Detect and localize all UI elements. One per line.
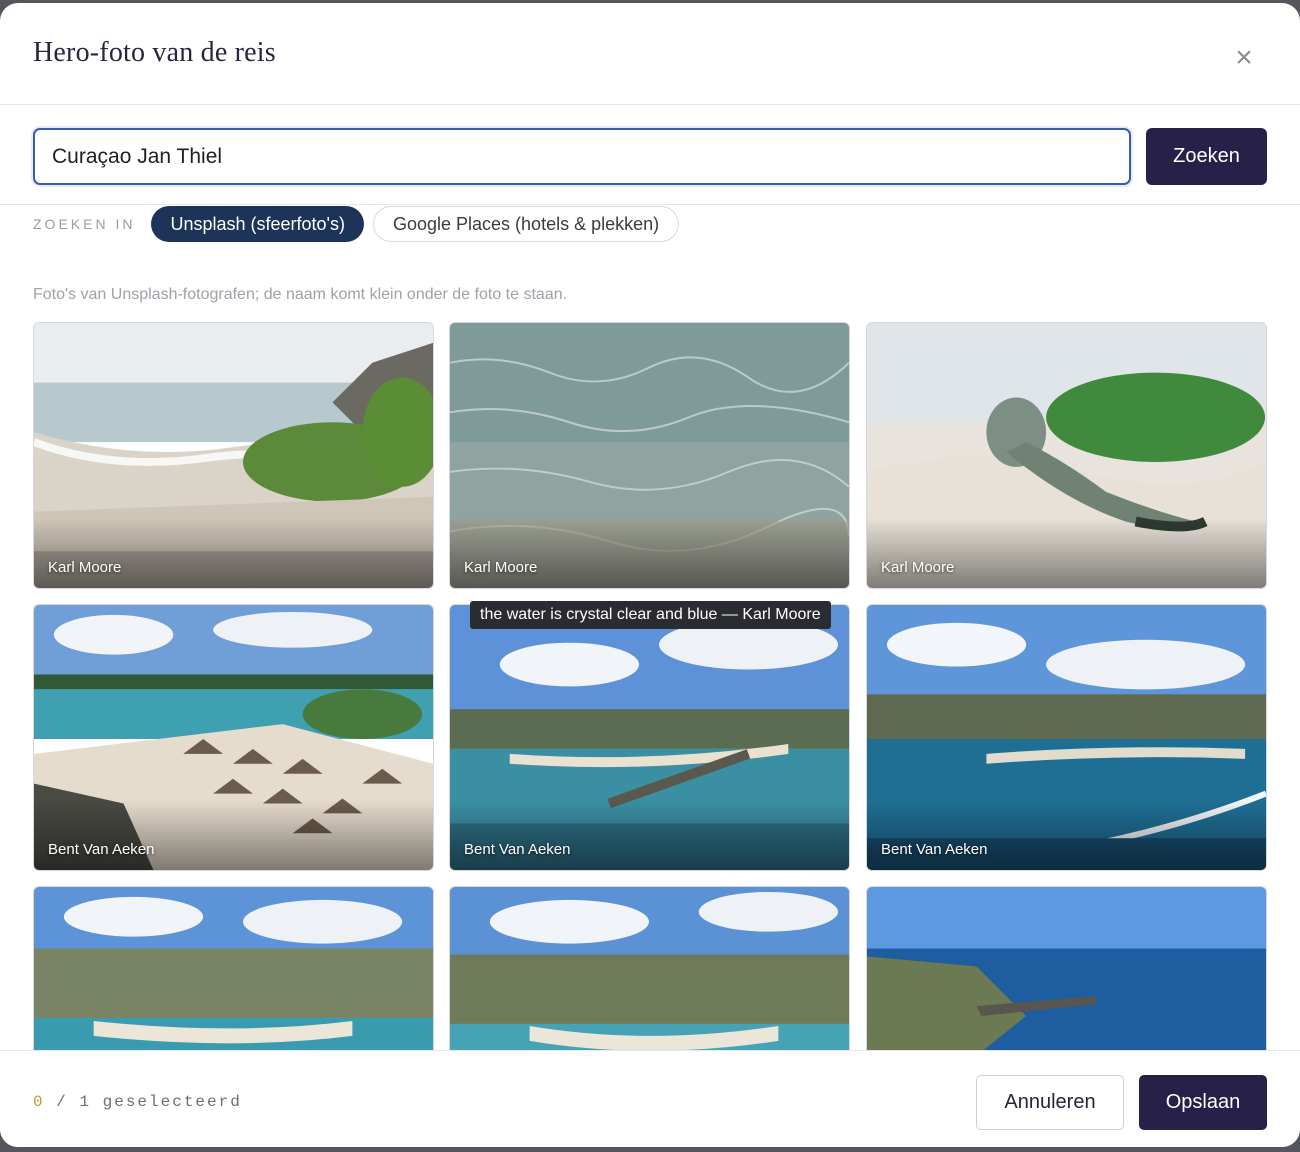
photo-tooltip: the water is crystal clear and blue — Ka…: [470, 601, 831, 629]
photo-credit: Bent Van Aeken: [464, 841, 571, 858]
search-bar: Zoeken: [0, 105, 1300, 205]
photo-aerial-coast: [867, 887, 1266, 1053]
photo-tile[interactable]: Karl Moore: [866, 322, 1267, 589]
photo-tile[interactable]: [866, 886, 1267, 1053]
dialog-footer: 0 / 1 geselecteerd Annuleren Opslaan: [0, 1050, 1300, 1147]
close-icon[interactable]: ×: [1230, 43, 1258, 73]
photo-tile[interactable]: Bent Van Aeken: [866, 604, 1267, 871]
photo-picker-dialog: Hero-foto van de reis × Zoeken ZOEKEN IN…: [0, 3, 1300, 1147]
photo-credit: Bent Van Aeken: [48, 841, 155, 858]
credit-shade: [450, 800, 849, 870]
credit-shade: [867, 518, 1266, 588]
photo-tile[interactable]: [449, 886, 850, 1053]
photo-tile[interactable]: Karl Moore: [33, 322, 434, 589]
credit-shade: [450, 518, 849, 588]
selection-count: 0: [33, 1093, 45, 1111]
photo-tile[interactable]: Bent Van Aeken: [33, 604, 434, 871]
selection-count-label: / 1 geselecteerd: [44, 1093, 242, 1111]
photo-tile[interactable]: Bent Van Aeken: [449, 604, 850, 871]
filter-chip-unsplash[interactable]: Unsplash (sfeerfoto's): [151, 206, 364, 242]
photo-tile[interactable]: [33, 886, 434, 1053]
photo-grid: Karl Moore Karl Moore Karl Moore Bent Va…: [33, 322, 1267, 1053]
cancel-button[interactable]: Annuleren: [976, 1075, 1124, 1130]
photo-credit: Bent Van Aeken: [881, 841, 988, 858]
dialog-header: Hero-foto van de reis ×: [0, 3, 1300, 105]
photo-credit: Karl Moore: [881, 559, 955, 576]
filter-label: ZOEKEN IN: [33, 216, 136, 232]
dialog-title: Hero-foto van de reis: [33, 37, 276, 68]
save-button[interactable]: Opslaan: [1139, 1075, 1267, 1130]
credit-shade: [34, 518, 433, 588]
filter-chip-google-places[interactable]: Google Places (hotels & plekken): [372, 206, 680, 242]
photo-tile[interactable]: Karl Moore: [449, 322, 850, 589]
photo-credit: Karl Moore: [464, 559, 538, 576]
credit-shade: [34, 800, 433, 870]
photo-aerial-resort: [34, 887, 433, 1053]
search-button[interactable]: Zoeken: [1146, 128, 1267, 185]
credit-shade: [867, 800, 1266, 870]
source-hint: Foto's van Unsplash-fotografen; de naam …: [33, 286, 568, 303]
photo-credit: Karl Moore: [48, 559, 122, 576]
photo-aerial-beach: [450, 887, 849, 1053]
source-filters: ZOEKEN IN Unsplash (sfeerfoto's) Google …: [33, 206, 688, 242]
search-input[interactable]: [33, 128, 1131, 185]
selection-counter: 0 / 1 geselecteerd: [33, 1093, 242, 1111]
